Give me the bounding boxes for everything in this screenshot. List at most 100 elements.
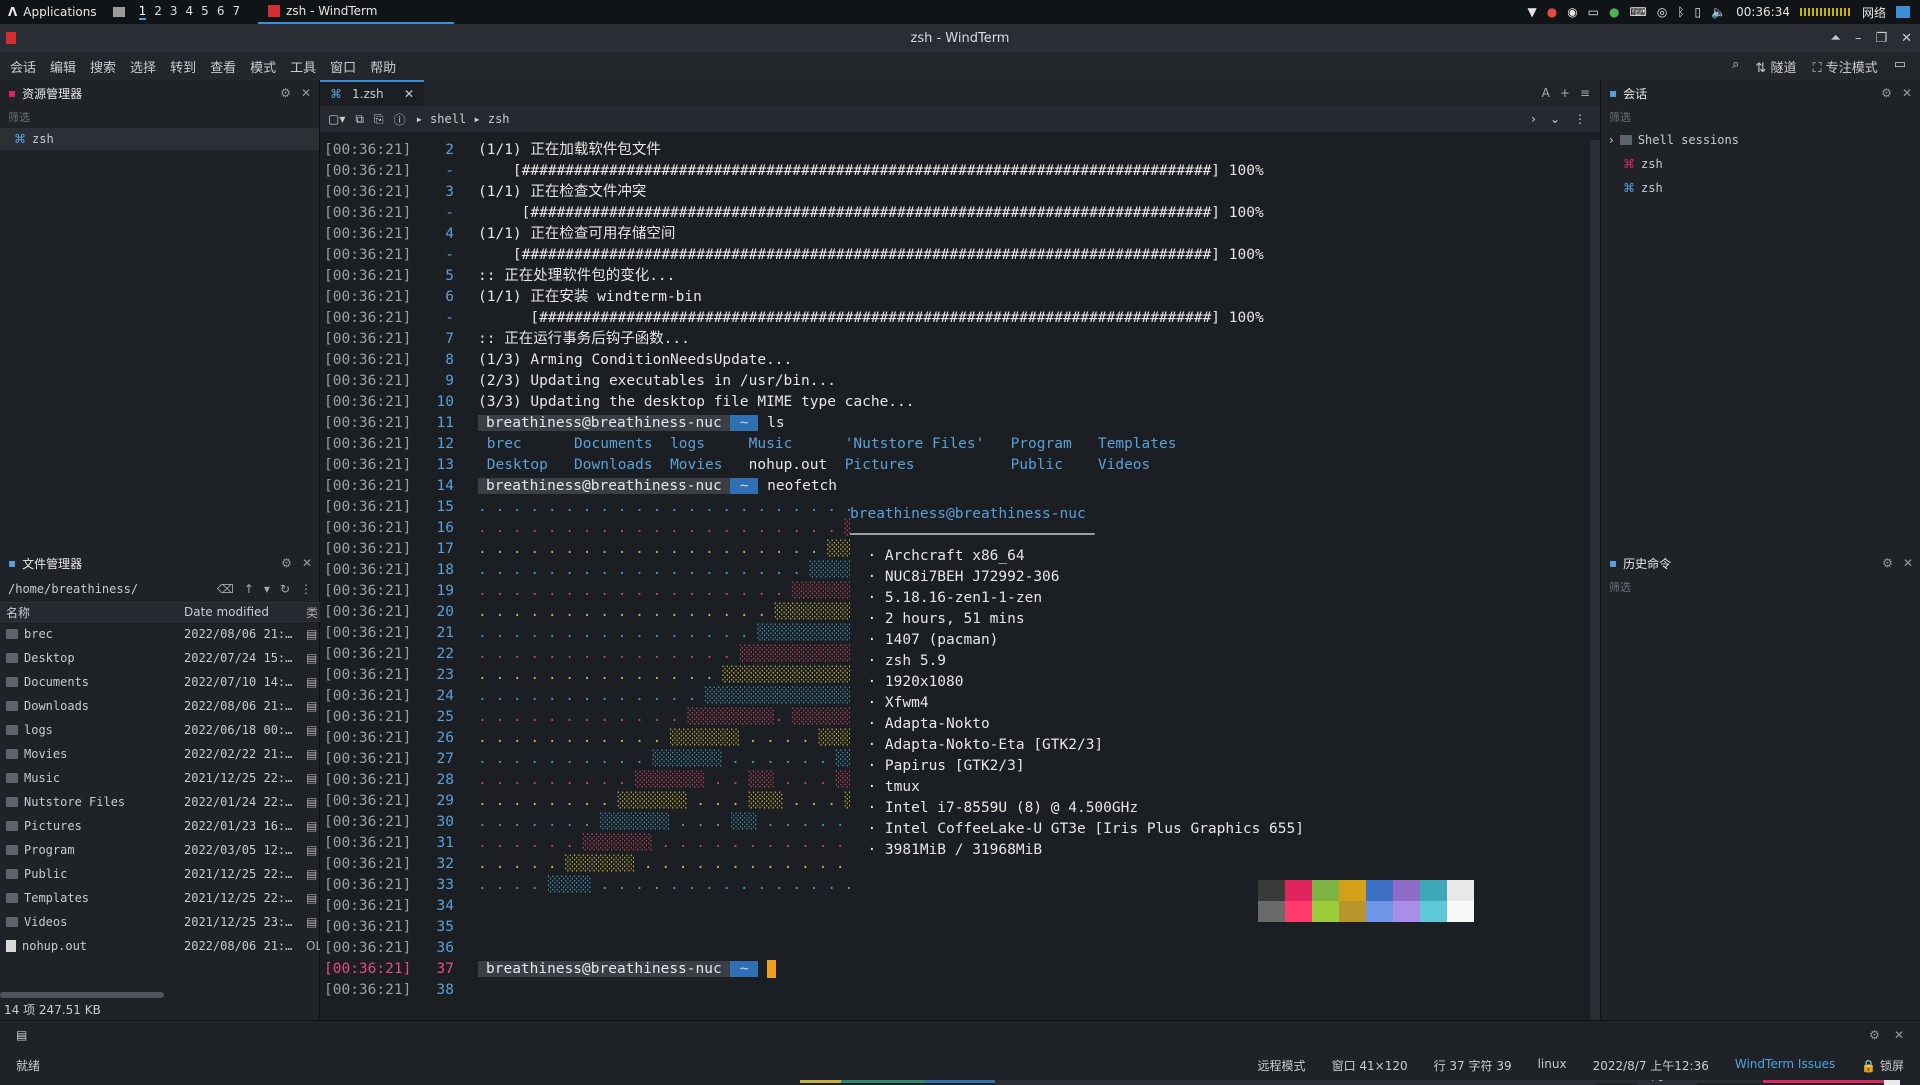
menu-view[interactable]: 查看 [210, 57, 236, 76]
col-date[interactable]: Date modified [184, 605, 306, 619]
refresh-icon[interactable]: ↻ [280, 582, 290, 596]
close-icon[interactable]: ✕ [1894, 1028, 1904, 1042]
wifi-icon[interactable]: ▼ [1527, 5, 1536, 19]
explorer-item-zsh[interactable]: ⌘ zsh [0, 128, 319, 150]
copy-icon[interactable]: ⧉ [355, 112, 364, 127]
close-icon[interactable]: ✕ [301, 86, 311, 100]
tab-1-zsh[interactable]: ⌘ 1.zsh ✕ [320, 80, 424, 106]
menu-icon[interactable]: ≡ [1580, 86, 1590, 100]
menu-search[interactable]: 搜索 [90, 57, 116, 76]
sync-icon[interactable]: ● [1609, 5, 1619, 19]
session-item-zsh-2[interactable]: ⌘ zsh [1601, 176, 1920, 200]
col-name[interactable]: 名称 [0, 604, 184, 621]
workspace-2[interactable]: 2 [154, 4, 162, 20]
layout-icon[interactable]: ▭ [1894, 57, 1906, 76]
sessions-filter-input[interactable]: 筛选 [1601, 106, 1920, 128]
file-row[interactable]: Program 2022/03/05 12:… ▤ [0, 838, 320, 862]
shade-icon[interactable]: ⏶ [1831, 31, 1841, 46]
up-arrow-icon[interactable]: ↑ [244, 582, 254, 596]
menu-goto[interactable]: 转到 [170, 57, 196, 76]
file-row[interactable]: Templates 2021/12/25 22:… ▤ [0, 886, 320, 910]
status-lock[interactable]: 🔒 锁屏 [1861, 1057, 1904, 1074]
status-position[interactable]: 行 37 字符 39 [1434, 1057, 1512, 1074]
explorer-filter-input[interactable]: 筛选 [0, 106, 319, 128]
menu-window[interactable]: 窗口 [330, 57, 356, 76]
output-panel-icon[interactable]: ▤ [16, 1028, 27, 1042]
tunnel-button[interactable]: ⇅ 隧道 [1755, 57, 1796, 76]
folder-icon[interactable] [112, 7, 125, 17]
vpn-icon[interactable]: ● [1547, 5, 1557, 19]
file-row[interactable]: nohup.out 2022/08/06 21:… OL [0, 934, 322, 958]
workspace-3[interactable]: 3 [170, 4, 178, 20]
notification-icon[interactable] [1896, 6, 1910, 18]
status-window-size[interactable]: 窗口 41×120 [1332, 1057, 1408, 1074]
menu-select[interactable]: 选择 [130, 57, 156, 76]
status-remote-mode[interactable]: 远程模式 [1258, 1057, 1306, 1074]
plus-icon[interactable]: + [1560, 86, 1570, 100]
file-row[interactable]: Movies 2022/02/22 21:… ▤ [0, 742, 320, 766]
workspace-1[interactable]: 1 [138, 4, 147, 20]
path-input[interactable]: /home/breathiness/ [8, 582, 138, 596]
more-icon[interactable]: ⋮ [300, 582, 312, 596]
gear-icon[interactable]: ⚙ [1869, 1028, 1880, 1042]
breadcrumb-shell[interactable]: shell [430, 112, 466, 126]
focus-mode-button[interactable]: ⛶ 专注模式 [1812, 57, 1877, 76]
clear-icon[interactable]: ⌫ [217, 582, 234, 596]
maximize-icon[interactable]: ❐ [1875, 31, 1887, 46]
menu-help[interactable]: 帮助 [370, 57, 396, 76]
menu-session[interactable]: 会话 [10, 57, 36, 76]
font-icon[interactable]: A [1542, 86, 1550, 100]
file-row[interactable]: Documents 2022/07/10 14:… ▤ [0, 670, 320, 694]
volume-icon[interactable]: 🔈 [1711, 5, 1726, 19]
session-group[interactable]: › Shell sessions [1601, 128, 1920, 152]
col-type[interactable]: 类 [306, 604, 320, 621]
session-item-zsh-1[interactable]: ⌘ zsh [1601, 152, 1920, 176]
github-icon[interactable]: ◉ [1567, 5, 1577, 19]
file-row[interactable]: logs 2022/06/18 00:… ▤ [0, 718, 320, 742]
info-icon[interactable]: ⓘ [394, 111, 406, 128]
paste-icon[interactable]: ⎘ [374, 112, 384, 127]
chevron-right-icon[interactable]: › [1531, 112, 1536, 126]
file-row[interactable]: Nutstore Files 2022/01/24 22:… ▤ [0, 790, 320, 814]
new-session-icon[interactable]: ▢▾ [328, 112, 345, 126]
gear-icon[interactable]: ⚙ [281, 556, 292, 570]
clipboard-icon[interactable]: ▯ [1695, 5, 1702, 19]
file-row[interactable]: Public 2021/12/25 22:… ▤ [0, 862, 320, 886]
bluetooth-icon[interactable]: ᛒ [1677, 5, 1684, 19]
menu-edit[interactable]: 编辑 [50, 57, 76, 76]
workspace-7[interactable]: 7 [232, 4, 240, 20]
workspace-6[interactable]: 6 [217, 4, 225, 20]
more-icon[interactable]: ⋮ [1574, 112, 1586, 126]
file-row[interactable]: Music 2021/12/25 22:… ▤ [0, 766, 320, 790]
status-os[interactable]: linux [1538, 1057, 1567, 1074]
history-filter-input[interactable]: 筛选 [1601, 576, 1920, 598]
settings-tray-icon[interactable]: ◎ [1657, 5, 1667, 19]
close-icon[interactable]: ✕ [302, 556, 312, 570]
chevron-down-icon[interactable]: ▾ [264, 582, 270, 596]
breadcrumb-zsh[interactable]: zsh [488, 112, 510, 126]
close-icon[interactable]: ✕ [404, 87, 414, 101]
close-icon[interactable]: ✕ [1902, 86, 1912, 100]
gear-icon[interactable]: ⚙ [1881, 86, 1892, 100]
file-row[interactable]: brec 2022/08/06 21:… ▤ [0, 622, 320, 646]
display-icon[interactable]: ▭ [1588, 5, 1599, 19]
status-issues-link[interactable]: WindTerm Issues [1735, 1057, 1835, 1074]
close-icon[interactable]: ✕ [1903, 556, 1913, 570]
clock[interactable]: 00:36:34 [1736, 5, 1790, 19]
search-icon[interactable]: ⌕ [1732, 57, 1739, 76]
gear-icon[interactable]: ⚙ [1882, 556, 1893, 570]
workspace-5[interactable]: 5 [201, 4, 209, 20]
close-icon[interactable]: ✕ [1901, 31, 1912, 46]
gear-icon[interactable]: ⚙ [280, 86, 291, 100]
file-row[interactable]: Pictures 2022/01/23 16:… ▤ [0, 814, 320, 838]
file-row[interactable]: Desktop 2022/07/24 15:… ▤ [0, 646, 320, 670]
file-row[interactable]: Videos 2021/12/25 23:… ▤ [0, 910, 320, 934]
chevron-right-icon[interactable]: › [1609, 133, 1614, 147]
menu-mode[interactable]: 模式 [250, 57, 276, 76]
applications-menu[interactable]: Λ Applications [0, 5, 105, 19]
workspace-4[interactable]: 4 [186, 4, 194, 20]
network-label[interactable]: 网络 [1862, 4, 1886, 21]
keyboard-icon[interactable]: ⌨ [1630, 5, 1647, 19]
vertical-scrollbar[interactable] [1590, 140, 1600, 1020]
minimize-icon[interactable]: – [1855, 31, 1862, 46]
